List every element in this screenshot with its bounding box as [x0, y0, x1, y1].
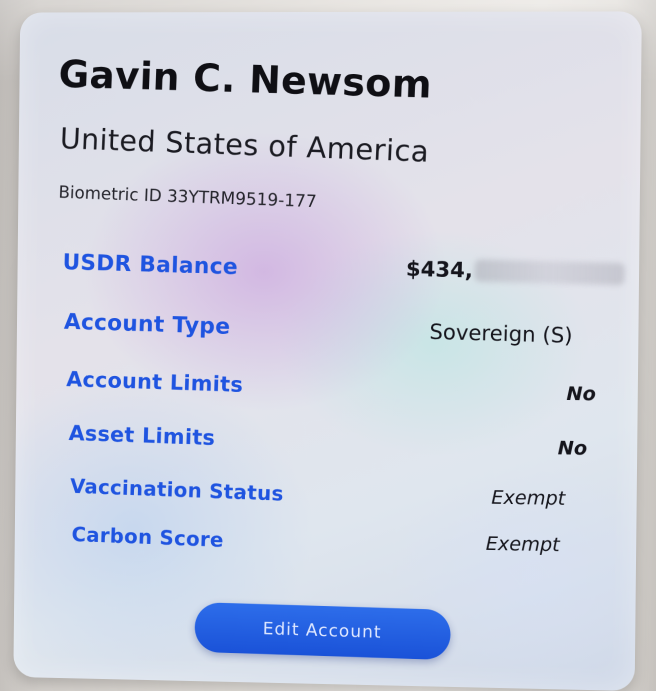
- usdr-balance-label: USDR Balance: [62, 250, 239, 281]
- row-account-limits: Account Limits No: [16, 365, 638, 406]
- row-carbon-score: Carbon Score Exempt: [15, 521, 637, 566]
- row-account-type: Account Type Sovereign (S): [17, 307, 639, 348]
- row-usdr-balance: USDR Balance $434,: [17, 246, 639, 287]
- vaccination-status-value: Exempt: [491, 486, 566, 510]
- account-card: Gavin C. Newsom United States of America…: [13, 11, 642, 691]
- account-type-label: Account Type: [63, 309, 231, 340]
- account-limits-label: Account Limits: [65, 367, 244, 397]
- account-limits-value: No: [566, 382, 597, 406]
- asset-limits-value: No: [557, 437, 588, 460]
- asset-limits-label: Asset Limits: [68, 421, 216, 451]
- row-vaccination-status: Vaccination Status Exempt: [15, 471, 637, 515]
- carbon-score-value: Exempt: [485, 532, 560, 557]
- account-type-value: Sovereign (S): [429, 319, 573, 348]
- edit-account-button[interactable]: Edit Account: [194, 602, 451, 661]
- usdr-balance-amount: $434,: [405, 256, 474, 283]
- account-details: USDR Balance $434, Account Type Sovereig…: [13, 11, 641, 691]
- row-asset-limits: Asset Limits No: [16, 418, 638, 461]
- vaccination-status-label: Vaccination Status: [69, 473, 285, 506]
- carbon-score-label: Carbon Score: [71, 522, 225, 552]
- redacted-balance-blur: [474, 259, 626, 286]
- usdr-balance-value: $434,: [406, 257, 626, 287]
